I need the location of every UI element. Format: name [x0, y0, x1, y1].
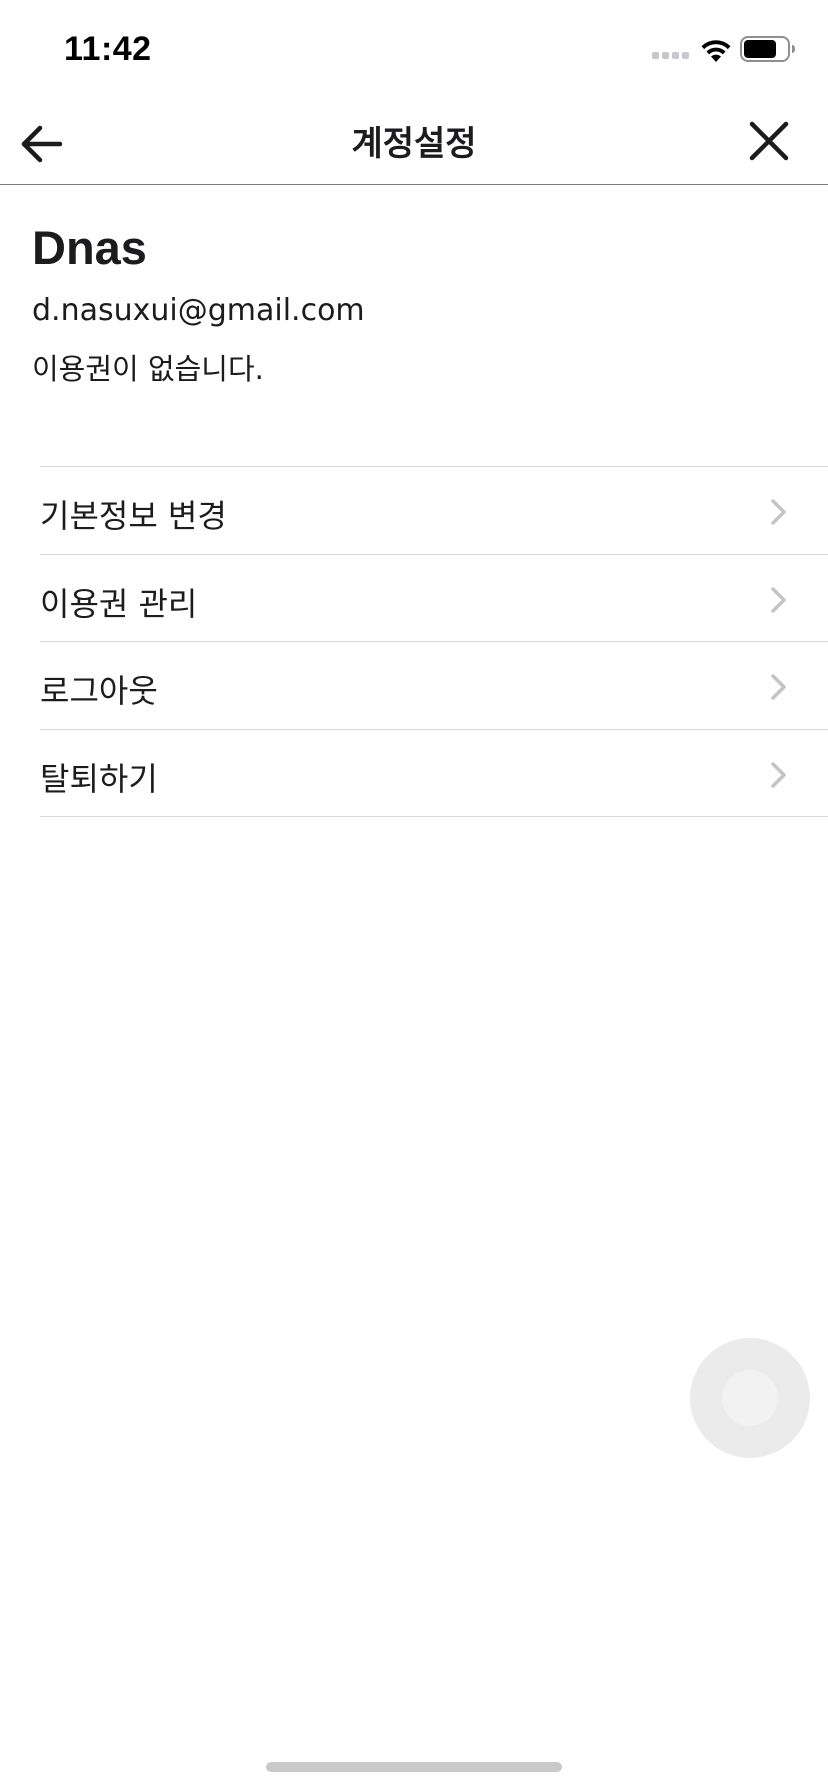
navigation-bar: 계정설정: [0, 100, 828, 185]
chevron-right-icon: [771, 499, 786, 525]
battery-icon: [740, 36, 795, 62]
menu-item-label: 탈퇴하기: [40, 759, 158, 798]
subscription-status: 이용권이 없습니다.: [32, 352, 264, 386]
status-time: 11:42: [64, 30, 152, 68]
page-title: 계정설정: [351, 124, 477, 164]
menu-item-manage-pass[interactable]: 이용권 관리: [40, 555, 828, 642]
cellular-signal-icon: [652, 52, 689, 59]
assistive-touch-inner: [722, 1370, 778, 1426]
close-icon: [749, 121, 789, 161]
menu-item-label: 로그아웃: [40, 672, 158, 710]
status-bar: 11:42: [0, 0, 828, 100]
menu-item-label: 이용권 관리: [40, 584, 198, 623]
settings-menu: 기본정보 변경 이용권 관리 로그아웃 탈퇴하기: [40, 466, 828, 817]
assistive-touch-button[interactable]: [690, 1338, 810, 1458]
profile-email: d.nasuxui@gmail.com: [32, 293, 365, 328]
chevron-right-icon: [771, 674, 786, 700]
profile-section: Dnas d.nasuxui@gmail.com 이용권이 없습니다.: [32, 210, 792, 388]
menu-item-edit-profile[interactable]: 기본정보 변경: [40, 467, 828, 555]
profile-name: Dnas: [32, 221, 147, 274]
chevron-right-icon: [771, 586, 786, 613]
menu-item-label: 기본정보 변경: [40, 497, 227, 535]
menu-item-withdraw[interactable]: 탈퇴하기: [40, 730, 828, 817]
chevron-right-icon: [771, 761, 786, 788]
home-indicator[interactable]: [266, 1762, 562, 1772]
close-button[interactable]: [742, 114, 796, 168]
wifi-icon: [701, 40, 731, 62]
menu-item-logout[interactable]: 로그아웃: [40, 642, 828, 730]
